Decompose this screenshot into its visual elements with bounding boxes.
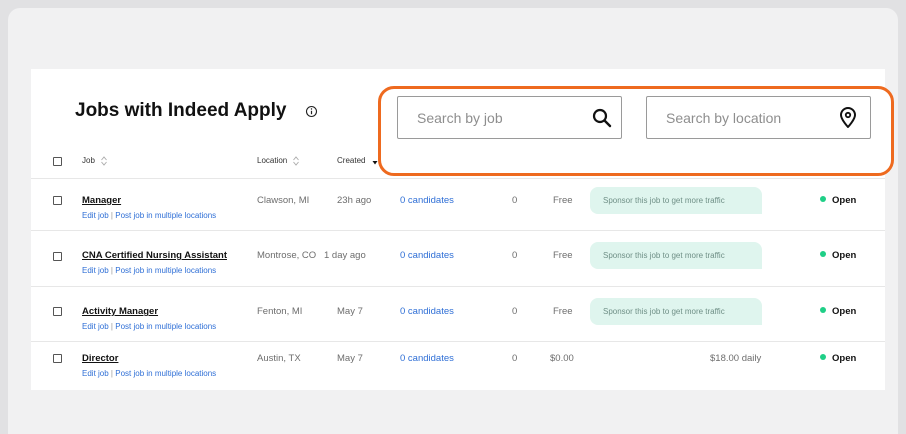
status-dot-icon	[820, 196, 826, 202]
sort-icon	[293, 156, 300, 166]
edit-job-link[interactable]: Edit job	[82, 266, 109, 275]
job-search-input[interactable]: Search by job	[397, 96, 622, 139]
created-cell: May 7	[337, 353, 363, 364]
sort-desc-icon	[372, 161, 378, 165]
candidates-link[interactable]: 0 candidates	[400, 353, 454, 364]
status-badge[interactable]: Open	[820, 195, 856, 206]
created-cell: 1 day ago	[324, 250, 366, 261]
candidates-link[interactable]: 0 candidates	[400, 250, 454, 261]
post-multiple-locations-link[interactable]: Post job in multiple locations	[115, 369, 216, 378]
info-icon[interactable]	[305, 105, 318, 118]
page-title: Jobs with Indeed Apply	[75, 100, 287, 121]
created-cell: 23h ago	[337, 195, 372, 206]
column-header-location[interactable]: Location	[257, 156, 300, 166]
status-label: Open	[832, 250, 857, 261]
edit-job-link[interactable]: Edit job	[82, 322, 109, 331]
post-multiple-locations-link[interactable]: Post job in multiple locations	[115, 266, 216, 275]
row-checkbox[interactable]	[53, 307, 62, 316]
status-dot-icon	[820, 251, 826, 257]
job-sub-links: Edit job | Post job in multiple location…	[82, 211, 216, 220]
column-header-created-label: Created	[337, 156, 366, 166]
row-divider	[31, 178, 885, 179]
job-title-link[interactable]: Activity Manager	[82, 306, 158, 317]
row-divider	[31, 341, 885, 342]
job-title-link[interactable]: Director	[82, 353, 118, 364]
count-cell: 0	[512, 353, 518, 364]
candidates-link[interactable]: 0 candidates	[400, 195, 454, 206]
job-sub-links: Edit job | Post job in multiple location…	[82, 369, 216, 378]
row-divider	[31, 286, 885, 287]
job-search-placeholder: Search by job	[417, 110, 503, 126]
status-badge[interactable]: Open	[820, 353, 856, 364]
column-header-job[interactable]: Job	[82, 156, 107, 166]
post-multiple-locations-link[interactable]: Post job in multiple locations	[115, 322, 216, 331]
location-cell: Clawson, MI	[257, 195, 310, 206]
sort-icon	[101, 156, 107, 166]
job-title-link[interactable]: CNA Certified Nursing Assistant	[82, 250, 227, 261]
status-badge[interactable]: Open	[820, 306, 856, 317]
job-title-link[interactable]: Manager	[82, 195, 121, 206]
status-badge[interactable]: Open	[820, 250, 856, 261]
status-label: Open	[832, 306, 857, 317]
job-sub-links: Edit job | Post job in multiple location…	[82, 266, 216, 275]
sponsor-job-button[interactable]: Sponsor this job to get more traffic	[590, 242, 762, 269]
location-cell: Austin, TX	[257, 353, 301, 364]
row-checkbox[interactable]	[53, 354, 62, 363]
count-cell: 0	[512, 306, 518, 317]
status-label: Open	[832, 195, 857, 206]
location-search-input[interactable]: Search by location	[646, 96, 871, 139]
status-label: Open	[832, 353, 857, 364]
edit-job-link[interactable]: Edit job	[82, 369, 109, 378]
created-cell: May 7	[337, 306, 363, 317]
job-sub-links: Edit job | Post job in multiple location…	[82, 322, 216, 331]
location-cell: Montrose, CO	[257, 250, 317, 261]
location-pin-icon[interactable]	[838, 107, 858, 129]
location-cell: Fenton, MI	[257, 306, 303, 317]
cost-cell: Free	[553, 195, 573, 206]
status-dot-icon	[820, 354, 826, 360]
post-multiple-locations-link[interactable]: Post job in multiple locations	[115, 211, 216, 220]
status-dot-icon	[820, 307, 826, 313]
column-header-job-label: Job	[82, 156, 95, 166]
select-all-checkbox[interactable]	[53, 157, 62, 166]
sponsor-job-button[interactable]: Sponsor this job to get more traffic	[590, 298, 762, 325]
daily-budget[interactable]: $18.00 daily	[710, 353, 761, 364]
cost-cell: $0.00	[550, 353, 574, 364]
row-checkbox[interactable]	[53, 252, 62, 261]
edit-job-link[interactable]: Edit job	[82, 211, 109, 220]
row-checkbox[interactable]	[53, 196, 62, 205]
count-cell: 0	[512, 250, 518, 261]
search-icon[interactable]	[592, 108, 612, 128]
cost-cell: Free	[553, 306, 573, 317]
cost-cell: Free	[553, 250, 573, 261]
column-header-location-label: Location	[257, 156, 288, 166]
sponsor-job-button[interactable]: Sponsor this job to get more traffic	[590, 187, 762, 214]
candidates-link[interactable]: 0 candidates	[400, 306, 454, 317]
location-search-placeholder: Search by location	[666, 110, 782, 126]
column-header-created[interactable]: Created	[337, 156, 378, 166]
row-divider	[31, 230, 885, 231]
count-cell: 0	[512, 195, 518, 206]
